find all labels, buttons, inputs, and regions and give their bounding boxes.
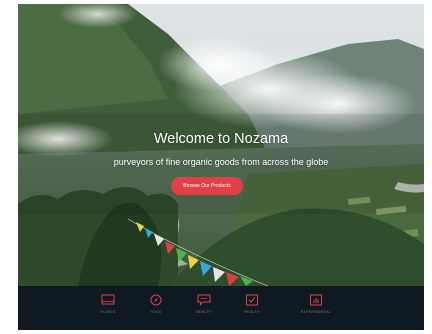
checkbox-icon <box>246 294 258 306</box>
nav-label-beauty: BEAUTY <box>196 310 212 314</box>
nav-label-health: HEALTH <box>244 310 260 314</box>
hero-title: Welcome to Nozama <box>153 131 289 147</box>
hero-content: Welcome to Nozama purveyors of fine orga… <box>18 4 424 286</box>
nav-label-food: FOOD <box>150 310 162 314</box>
compass-icon <box>150 294 162 306</box>
monitor-icon <box>101 294 115 305</box>
category-nav: PLANTS FOOD BEAUTY HEALTH EXPERIMENTAL <box>18 286 424 330</box>
message-icon <box>197 294 211 306</box>
nav-label-plants: PLANTS <box>100 310 116 314</box>
nav-item-food[interactable]: FOOD <box>133 294 179 326</box>
nav-item-plants[interactable]: PLANTS <box>85 294 131 326</box>
hero-section: Welcome to Nozama purveyors of fine orga… <box>18 4 424 286</box>
page-frame: Welcome to Nozama purveyors of fine orga… <box>18 4 424 330</box>
nav-label-experimental: EXPERIMENTAL <box>300 310 332 314</box>
browse-products-button[interactable]: Browse Our Products <box>171 177 243 195</box>
nav-item-beauty[interactable]: BEAUTY <box>181 294 227 326</box>
bar-chart-icon <box>310 294 322 306</box>
hero-subtitle: purveyors of fine organic goods from acr… <box>113 157 329 167</box>
nav-item-health[interactable]: HEALTH <box>229 294 275 326</box>
nav-item-experimental[interactable]: EXPERIMENTAL <box>293 294 339 326</box>
